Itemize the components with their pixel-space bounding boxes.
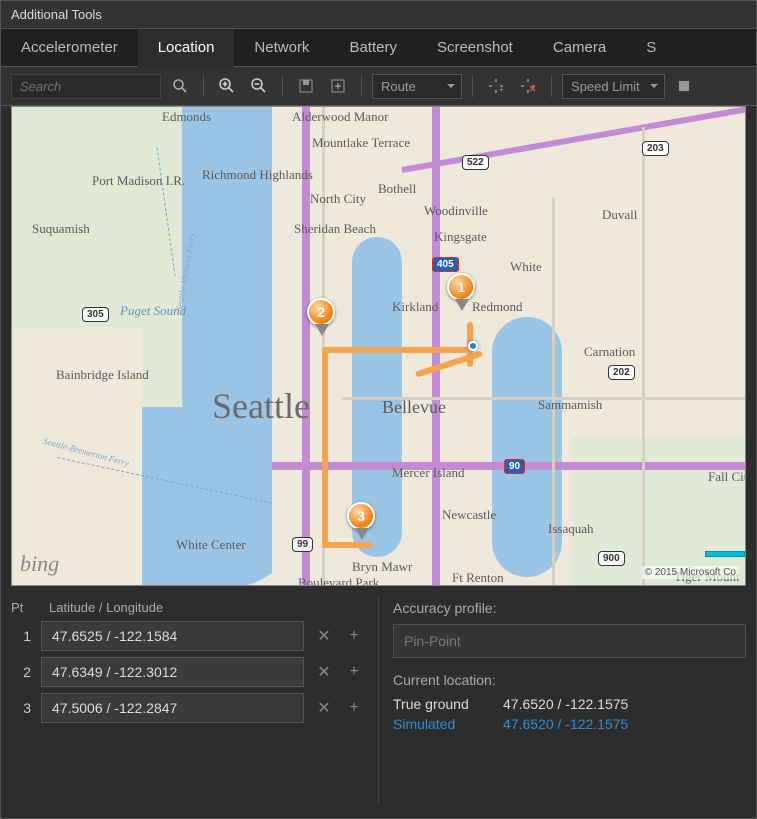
label-bainbridge: Bainbridge Island [56,367,146,383]
points-panel: Pt Latitude / Longitude 1 ✕ + 2 ✕ + 3 ✕ … [11,596,364,804]
map-canvas[interactable]: 405 90 522 203 202 900 99 305 Seattle Be… [11,106,746,586]
label-boulevard: Boulevard Park [298,575,379,586]
point-coords-input[interactable] [41,621,304,651]
tab-battery[interactable]: Battery [329,29,417,66]
label-kingsgate: Kingsgate [434,229,487,245]
speed-limit-dropdown[interactable]: Speed Limit [562,74,665,99]
label-brynmawr: Bryn Mawr [352,559,412,575]
label-bellevue: Bellevue [382,397,446,418]
points-header-latlon: Latitude / Longitude [49,600,163,615]
shield-i405: 405 [432,257,459,272]
simulated-value: 47.6520 / -122.1575 [503,716,746,732]
label-seattle: Seattle [212,385,310,427]
label-woodinville: Woodinville [424,203,488,219]
tab-network[interactable]: Network [234,29,329,66]
point-number: 1 [11,628,31,644]
label-suquamish: Suquamish [32,221,90,237]
remove-point-icon[interactable] [515,73,541,99]
search-icon[interactable] [167,73,193,99]
add-point-icon[interactable]: + [483,73,509,99]
label-fallcit: Fall Cit [708,469,746,485]
shield-203: 203 [642,141,669,156]
label-sammamish: Sammamish [538,397,602,413]
load-route-icon[interactable] [325,73,351,99]
label-kirkland: Kirkland [392,299,438,315]
point-number: 3 [11,700,31,716]
label-mercer: Mercer Island [392,465,452,481]
route-dropdown[interactable]: Route [372,74,462,99]
shield-900: 900 [598,551,625,566]
point-row: 3 ✕ + [11,693,364,723]
label-edmonds: Edmonds [162,109,211,125]
label-northcity: North City [310,191,366,207]
delete-point-icon[interactable]: ✕ [314,662,334,682]
tab-screenshot[interactable]: Screenshot [417,29,533,66]
label-richmond: Richmond Highlands [202,167,282,183]
label-white: White [510,259,542,275]
label-newcastle: Newcastle [442,507,496,523]
play-icon[interactable] [671,73,697,99]
accuracy-profile-dropdown[interactable]: Pin-Point [393,624,746,658]
point-row: 1 ✕ + [11,621,364,651]
delete-point-icon[interactable]: ✕ [314,626,334,646]
window-title: Additional Tools [1,1,756,29]
true-ground-key: True ground [393,696,503,712]
insert-point-icon[interactable]: + [344,626,364,646]
shield-202: 202 [608,365,635,380]
tab-location[interactable]: Location [138,29,235,67]
label-mountlake: Mountlake Terrace [312,135,402,151]
tool-tabs: Accelerometer Location Network Battery S… [1,29,756,67]
map-pin-2[interactable]: 2 [307,298,337,340]
map-scale-bar [705,551,745,557]
point-number: 2 [11,664,31,680]
map-pin-1[interactable]: 1 [447,273,477,315]
shield-i90: 90 [504,459,525,474]
label-sheridan: Sheridan Beach [294,221,376,237]
point-coords-input[interactable] [41,693,304,723]
label-duvall: Duvall [602,207,637,223]
label-portmadison: Port Madison I.R. [92,173,172,189]
point-coords-input[interactable] [41,657,304,687]
svg-text:+: + [499,85,504,94]
current-location-dot [468,341,478,351]
tab-overflow[interactable]: S [626,29,676,66]
label-redmond: Redmond [472,299,523,315]
label-issaquah: Issaquah [548,521,594,537]
delete-point-icon[interactable]: ✕ [314,698,334,718]
shield-305: 305 [82,307,109,322]
tab-accelerometer[interactable]: Accelerometer [1,29,138,66]
insert-point-icon[interactable]: + [344,698,364,718]
accuracy-label: Accuracy profile: [393,600,746,616]
zoom-out-icon[interactable] [246,73,272,99]
bing-logo: bing [20,551,59,577]
search-input[interactable] [11,74,161,99]
shield-99: 99 [292,537,313,552]
true-ground-value: 47.6520 / -122.1575 [503,696,746,712]
tab-camera[interactable]: Camera [533,29,626,66]
shield-522: 522 [462,155,489,170]
point-row: 2 ✕ + [11,657,364,687]
zoom-in-icon[interactable] [214,73,240,99]
label-whitecenter: White Center [176,537,246,553]
label-carnation: Carnation [584,344,635,360]
points-header-pt: Pt [11,600,35,615]
map-copyright: © 2015 Microsoft Co [642,566,739,579]
simulated-key: Simulated [393,716,503,732]
current-location-label: Current location: [393,672,746,688]
location-info-panel: Accuracy profile: Pin-Point Current loca… [378,596,746,804]
map-pin-3[interactable]: 3 [347,502,377,544]
map-toolbar: Route + Speed Limit [1,67,756,106]
save-route-icon[interactable] [293,73,319,99]
insert-point-icon[interactable]: + [344,662,364,682]
label-alderwood: Alderwood Manor [292,109,388,125]
label-ftrenton: Ft Renton [452,570,504,586]
label-bothell: Bothell [378,181,416,197]
